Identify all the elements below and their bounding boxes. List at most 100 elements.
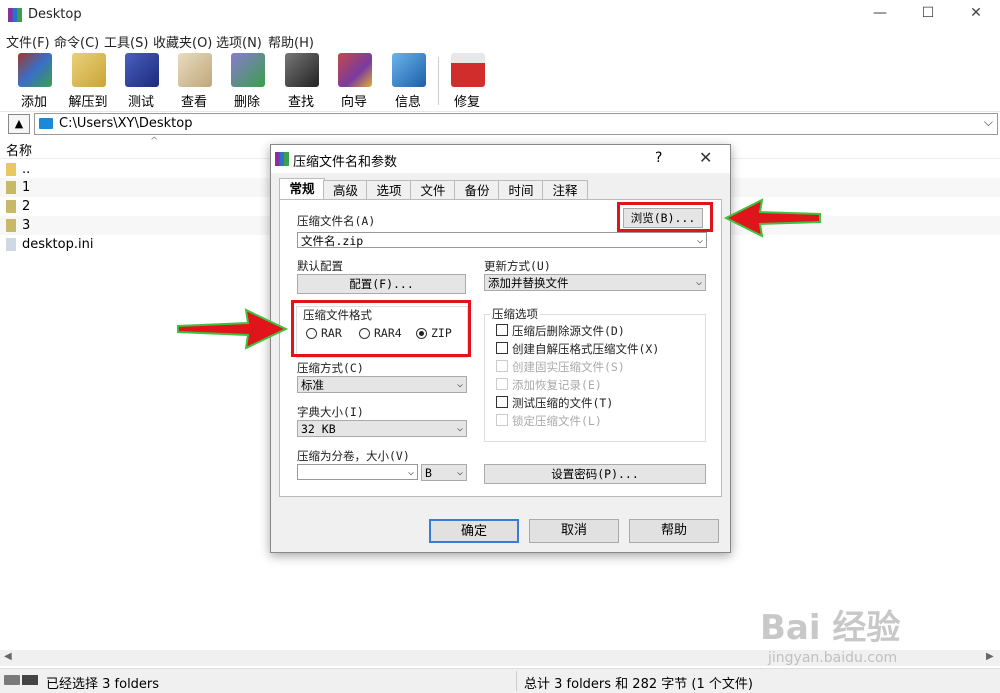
scroll-left-icon[interactable]: ◀ [4,651,12,662]
tab-time[interactable]: 时间 [498,180,544,200]
ok-button[interactable]: 确定 [429,519,519,543]
extract-to-button[interactable]: 解压到 [62,51,114,110]
tab-backup[interactable]: 备份 [454,180,500,200]
archive-dialog: 压缩文件名和参数 ? ✕ 常规 高级 选项 文件 备份 时间 注释 压缩文件名(… [270,144,731,553]
test-label: 测试 [127,95,154,110]
info-icon [392,53,426,87]
column-header-name[interactable]: 名称 [6,140,32,159]
cancel-button[interactable]: 取消 [529,519,619,543]
option-test-checkbox[interactable] [496,396,508,408]
list-item-file[interactable]: desktop.ini [0,235,312,254]
archive-name-field[interactable]: 文件名.zip ⌵ [297,232,707,248]
menu-file[interactable]: 文件(F) [6,32,50,51]
tab-files[interactable]: 文件 [410,180,456,200]
arrow-left-icon [724,198,821,238]
repair-icon [451,53,485,87]
window-title: Desktop [28,7,82,22]
repair-button[interactable]: 修复 [441,51,493,110]
folder-icon [6,181,16,194]
split-unit-value: B [425,466,432,480]
up-folder-button[interactable]: ▲ [8,114,30,134]
option-lock-label: 锁定压缩文件(L) [512,414,602,428]
help-icon[interactable]: ? [655,150,662,166]
find-icon [285,53,319,87]
menu-command[interactable]: 命令(C) [54,32,99,51]
set-password-button[interactable]: 设置密码(P)... [484,464,706,484]
chevron-down-icon[interactable]: ⌵ [408,465,414,481]
app-icon [8,8,22,22]
status-bar: 已经选择 3 folders 总计 3 folders 和 282 字节 (1 … [0,668,1000,693]
tab-comment[interactable]: 注释 [542,180,588,200]
status-total: 总计 3 folders 和 282 字节 (1 个文件) [524,677,753,692]
add-label: 添加 [20,95,47,110]
archive-name-label: 压缩文件名(A) [297,214,376,228]
minimize-button[interactable]: — [870,5,890,25]
profile-button[interactable]: 配置(F)... [297,274,466,294]
find-label: 查找 [287,95,314,110]
view-button[interactable]: 查看 [168,51,220,110]
test-button[interactable]: 测试 [115,51,167,110]
find-button[interactable]: 查找 [275,51,327,110]
dictionary-value: 32 KB [301,422,336,436]
arrow-right-icon [177,308,288,350]
highlight-browse [617,202,713,232]
maximize-button[interactable]: ☐ [918,5,938,25]
view-icon [178,53,212,87]
compression-options-label: 压缩选项 [490,306,540,322]
method-value: 标准 [301,378,324,392]
list-item-folder-1[interactable]: 1 [0,178,312,197]
add-archive-icon [18,53,52,87]
method-select[interactable]: 标准 ⌵ [297,376,467,393]
delete-button[interactable]: 删除 [221,51,273,110]
toolbar: 添加 解压到 测试 查看 删除 查找 向导 信息 修复 [0,51,1000,112]
update-mode-value: 添加并替换文件 [488,276,569,290]
chevron-down-icon: ⌵ [695,277,702,288]
update-mode-select[interactable]: 添加并替换文件 ⌵ [484,274,706,291]
extract-to-icon [72,53,106,87]
option-solid-checkbox [496,360,508,372]
split-volume-field[interactable]: ⌵ [297,464,418,480]
option-test-label: 测试压缩的文件(T) [512,396,614,410]
address-bar[interactable]: C:\Users\XY\Desktop ⌵ [34,113,998,135]
option-sfx-checkbox[interactable] [496,342,508,354]
status-selection: 已经选择 3 folders [46,677,160,692]
dialog-close-button[interactable]: ✕ [699,148,712,167]
chevron-down-icon[interactable]: ⌵ [697,233,703,249]
list-item-folder-2[interactable]: 2 [0,197,312,216]
chevron-down-icon: ⌵ [456,423,463,434]
split-volume-label: 压缩为分卷，大小(V) [297,449,410,463]
tab-options[interactable]: 选项 [366,180,412,200]
help-button[interactable]: 帮助 [629,519,719,543]
test-icon [125,53,159,87]
info-button[interactable]: 信息 [382,51,434,110]
dictionary-select[interactable]: 32 KB ⌵ [297,420,467,437]
tab-general[interactable]: 常规 [279,178,325,201]
archive-name-value: 文件名.zip [301,234,364,248]
dictionary-label: 字典大小(I) [297,405,364,419]
general-tab-panel: 压缩文件名(A) 浏览(B)... 文件名.zip ⌵ 默认配置 配置(F)..… [279,199,722,497]
list-item-parent[interactable]: .. [0,160,312,179]
list-item-folder-3[interactable]: 3 [0,216,312,235]
chevron-down-icon[interactable]: ⌵ [984,115,993,130]
default-profile-label: 默认配置 [297,259,343,273]
option-delete-source-checkbox[interactable] [496,324,508,336]
menu-tools[interactable]: 工具(S) [104,32,148,51]
dialog-title-bar: 压缩文件名和参数 ? ✕ [271,145,730,173]
add-button[interactable]: 添加 [8,51,60,110]
scroll-right-icon[interactable]: ▶ [986,651,994,662]
sort-up-icon: ^ [150,136,159,147]
folder-icon [6,219,16,232]
file-name: 2 [22,199,31,214]
highlight-format [291,300,471,357]
menu-options[interactable]: 选项(N) [216,32,262,51]
file-name: 1 [22,180,31,195]
wizard-button[interactable]: 向导 [328,51,380,110]
close-button[interactable]: ✕ [966,5,986,25]
tab-advanced[interactable]: 高级 [323,180,368,200]
file-name: .. [22,162,31,177]
split-unit-select[interactable]: B ⌵ [421,464,467,481]
file-name: 3 [22,218,31,233]
view-label: 查看 [180,95,207,110]
menu-help[interactable]: 帮助(H) [268,32,314,51]
menu-favorites[interactable]: 收藏夹(O) [153,32,212,51]
